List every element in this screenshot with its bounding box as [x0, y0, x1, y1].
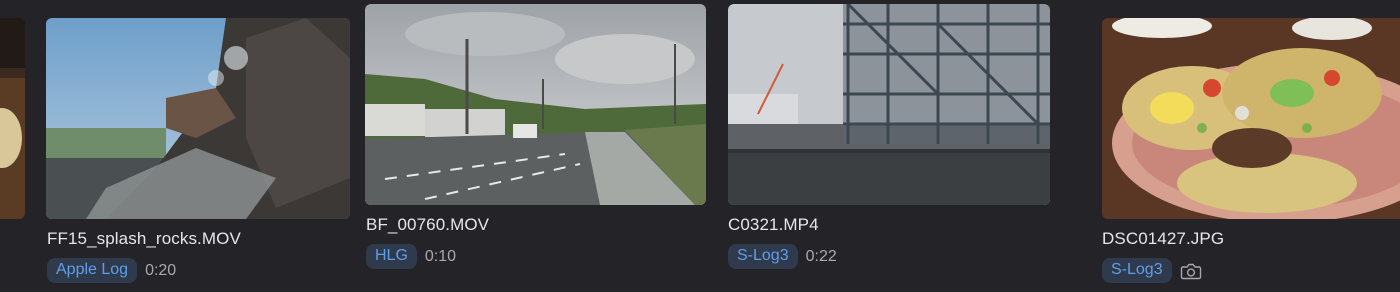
duration-label: 0:10 [424, 247, 457, 265]
clip-meta: S-Log3 0:22 [728, 244, 837, 269]
filename-label: C0321.MP4 [728, 215, 819, 234]
road-thumbnail[interactable] [365, 4, 706, 205]
filename-label: BF_00760.MOV [366, 215, 490, 234]
duration-label: 0:22 [805, 247, 837, 265]
filename-label: FF15_splash_rocks.MOV [47, 229, 241, 248]
log-format-badge[interactable]: HLG [366, 244, 417, 269]
thumbnail-partial[interactable] [0, 18, 25, 219]
log-format-badge[interactable]: S-Log3 [1102, 258, 1172, 283]
construction-thumbnail[interactable] [728, 4, 1050, 205]
log-format-badge[interactable]: S-Log3 [728, 244, 798, 269]
clip-meta: Apple Log 0:20 [47, 258, 176, 283]
waterfall-rocks-thumbnail[interactable] [46, 18, 350, 219]
filename-label: DSC01427.JPG [1102, 229, 1225, 248]
log-format-badge[interactable]: Apple Log [47, 258, 138, 283]
clip-meta: S-Log3 [1102, 258, 1202, 283]
tacos-thumbnail[interactable] [1102, 18, 1400, 219]
duration-label: 0:20 [145, 261, 177, 279]
clip-meta: HLG 0:10 [366, 244, 456, 269]
camera-icon [1180, 262, 1202, 280]
